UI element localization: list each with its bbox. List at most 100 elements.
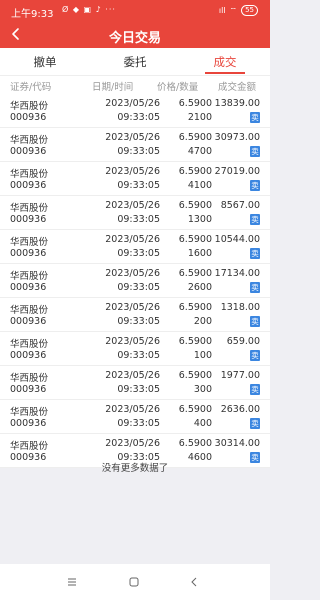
- page-title: 今日交易: [108, 31, 161, 46]
- column-amount: 成交金额: [218, 82, 257, 93]
- stock-name: 华西股份: [10, 407, 49, 418]
- stock-code: 000936: [10, 316, 47, 327]
- trade-row[interactable]: 华西股份 000936 2023/05/26 09:33:05 6.5900 200 131…: [0, 298, 270, 332]
- trade-time: 09:33:05: [117, 112, 160, 123]
- wifi-icon: ⌔: [229, 5, 238, 15]
- trade-row[interactable]: 华西股份 000936 2023/05/26 09:33:05 6.5900 1300 85…: [0, 196, 270, 230]
- trade-amount: 30314.00: [214, 438, 260, 449]
- trade-price: 6.5900: [178, 404, 212, 415]
- nav-bar: 今日交易: [0, 22, 270, 48]
- active-tab-indicator: [205, 72, 245, 74]
- trade-time: 09:33:05: [117, 316, 160, 327]
- trade-amount: 17134.00: [214, 268, 260, 279]
- tab-cancel[interactable]: 撤单: [0, 54, 90, 70]
- trade-amount: 10544.00: [214, 234, 260, 245]
- trade-quantity: 1300: [187, 214, 212, 225]
- trade-amount: 8567.00: [220, 200, 260, 211]
- tab-bar: 撤单 委托 成交: [0, 48, 270, 75]
- stock-code: 000936: [10, 282, 47, 293]
- status-right: ıll ⌔ 55: [219, 5, 258, 16]
- stock-code: 000936: [10, 418, 47, 429]
- trade-price: 6.5900: [178, 234, 212, 245]
- sell-badge: 卖: [250, 282, 260, 293]
- trade-price: 6.5900: [178, 370, 212, 381]
- stock-name: 华西股份: [10, 339, 49, 350]
- trade-time: 09:33:05: [117, 282, 160, 293]
- sell-badge: 卖: [250, 146, 260, 157]
- tab-filled[interactable]: 成交: [180, 54, 270, 70]
- trade-row[interactable]: 华西股份 000936 2023/05/26 09:33:05 6.5900 2600 17…: [0, 264, 270, 298]
- trade-date: 2023/05/26: [105, 370, 160, 381]
- trade-amount: 13839.00: [214, 98, 260, 109]
- trade-quantity: 400: [193, 418, 212, 429]
- trade-quantity: 200: [193, 316, 212, 327]
- trade-row[interactable]: 华西股份 000936 2023/05/26 09:33:05 6.5900 4700 30…: [0, 128, 270, 162]
- sell-badge: 卖: [250, 384, 260, 395]
- trade-date: 2023/05/26: [105, 336, 160, 347]
- trade-date: 2023/05/26: [105, 234, 160, 245]
- sell-badge: 卖: [250, 214, 260, 225]
- trade-time: 09:33:05: [117, 248, 160, 259]
- trade-amount: 1318.00: [220, 302, 260, 313]
- stock-name: 华西股份: [10, 101, 49, 112]
- stock-name: 华西股份: [10, 441, 49, 452]
- trade-quantity: 300: [193, 384, 212, 395]
- sell-badge: 卖: [250, 180, 260, 191]
- trade-date: 2023/05/26: [105, 404, 160, 415]
- trade-date: 2023/05/26: [105, 268, 160, 279]
- column-price-qty: 价格/数量: [157, 82, 199, 93]
- trade-row[interactable]: 华西股份 000936 2023/05/26 09:33:05 6.5900 2100 13…: [0, 94, 270, 128]
- trade-time: 09:33:05: [117, 180, 160, 191]
- status-time: 上午9:33: [11, 9, 54, 20]
- top-bar: 上午9:33 Ø ◆ ▣ ♪ ··· ıll ⌔ 55 今日交易: [0, 0, 270, 48]
- trade-quantity: 1600: [187, 248, 212, 259]
- stock-code: 000936: [10, 248, 47, 259]
- sell-badge: 卖: [250, 248, 260, 259]
- stock-code: 000936: [10, 384, 47, 395]
- column-datetime: 日期/时间: [92, 82, 134, 93]
- signal-icon: ıll: [218, 6, 226, 15]
- menu-icon[interactable]: [64, 574, 80, 590]
- stock-name: 华西股份: [10, 203, 49, 214]
- no-more-data: 没有更多数据了: [101, 463, 169, 474]
- trade-date: 2023/05/26: [105, 302, 160, 313]
- sell-badge: 卖: [250, 350, 260, 361]
- trade-row[interactable]: 华西股份 000936 2023/05/26 09:33:05 6.5900 100 659…: [0, 332, 270, 366]
- trade-date: 2023/05/26: [105, 166, 160, 177]
- column-stock: 证券/代码: [10, 82, 52, 93]
- stock-code: 000936: [10, 350, 47, 361]
- battery-icon: 55: [241, 5, 258, 16]
- trade-row[interactable]: 华西股份 000936 2023/05/26 09:33:05 6.5900 400 263…: [0, 400, 270, 434]
- sell-badge: 卖: [250, 316, 260, 327]
- trade-date: 2023/05/26: [105, 438, 160, 449]
- trade-amount: 30973.00: [214, 132, 260, 143]
- table-header: 证券/代码 日期/时间 价格/数量 成交金额: [0, 75, 270, 95]
- trade-quantity: 2100: [187, 112, 212, 123]
- stock-code: 000936: [10, 112, 47, 123]
- stock-name: 华西股份: [10, 373, 49, 384]
- status-bar: 上午9:33 Ø ◆ ▣ ♪ ··· ıll ⌔ 55: [0, 0, 270, 22]
- trade-date: 2023/05/26: [105, 98, 160, 109]
- trade-time: 09:33:05: [117, 418, 160, 429]
- trade-time: 09:33:05: [117, 384, 160, 395]
- trade-time: 09:33:05: [117, 146, 160, 157]
- tab-orders[interactable]: 委托: [90, 54, 180, 70]
- trade-row[interactable]: 华西股份 000936 2023/05/26 09:33:05 6.5900 300 197…: [0, 366, 270, 400]
- triangle-back-icon[interactable]: [186, 574, 202, 590]
- trade-amount: 1977.00: [220, 370, 260, 381]
- trade-time: 09:33:05: [117, 350, 160, 361]
- trade-row[interactable]: 华西股份 000936 2023/05/26 09:33:05 6.5900 1600 10…: [0, 230, 270, 264]
- trade-row[interactable]: 华西股份 000936 2023/05/26 09:33:05 6.5900 4100 27…: [0, 162, 270, 196]
- stock-name: 华西股份: [10, 305, 49, 316]
- trade-price: 6.5900: [178, 438, 212, 449]
- stock-code: 000936: [10, 146, 47, 157]
- trade-quantity: 2600: [187, 282, 212, 293]
- square-home-icon[interactable]: [126, 574, 142, 590]
- trade-date: 2023/05/26: [105, 200, 160, 211]
- stock-name: 华西股份: [10, 169, 49, 180]
- stock-code: 000936: [10, 214, 47, 225]
- trade-quantity: 4100: [187, 180, 212, 191]
- trade-amount: 27019.00: [214, 166, 260, 177]
- trade-time: 09:33:05: [117, 214, 160, 225]
- trade-price: 6.5900: [178, 336, 212, 347]
